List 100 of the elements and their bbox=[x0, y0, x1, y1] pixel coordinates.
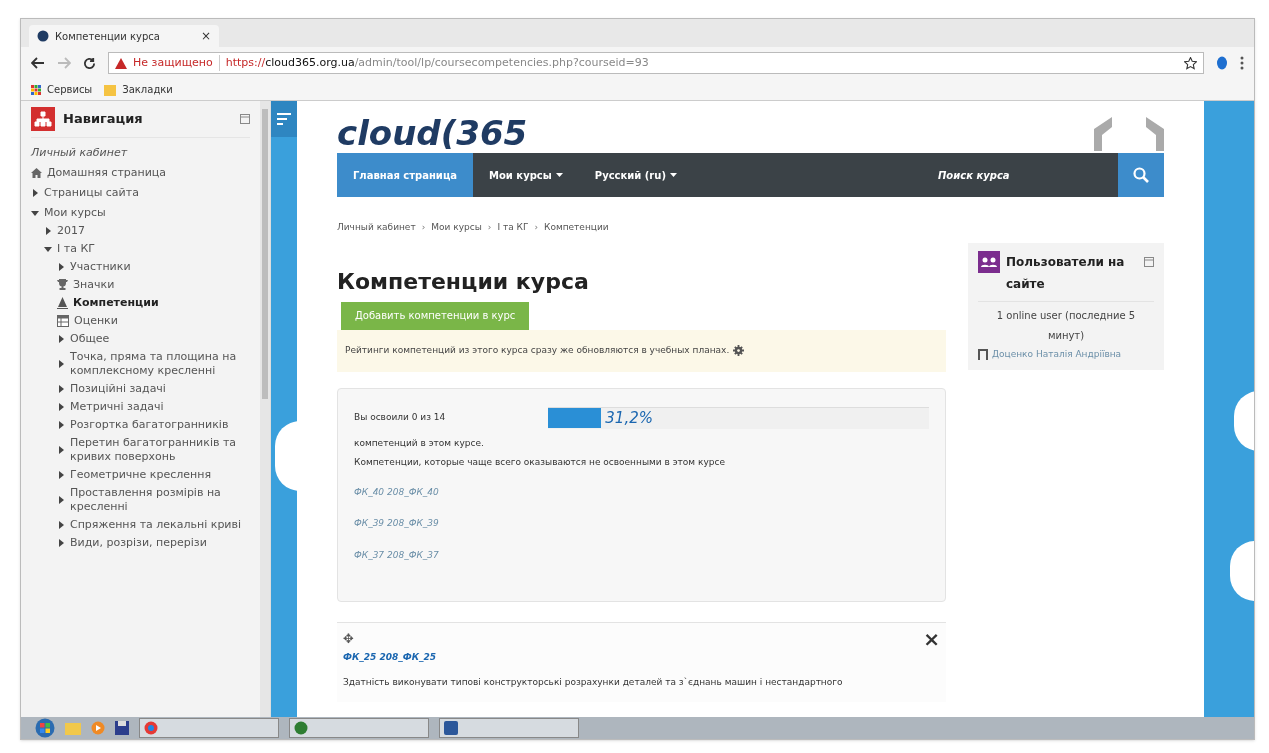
navigation-block-icon bbox=[31, 107, 55, 131]
collapsed-arrow-icon[interactable] bbox=[57, 263, 65, 271]
nav-menu-item[interactable]: Мои курсы bbox=[473, 153, 579, 197]
nav-item[interactable]: Точка, пряма та площина на комплексному кресленні bbox=[70, 350, 250, 378]
nav-menu-item[interactable]: Русский (ru) bbox=[578, 153, 693, 197]
expanded-arrow-icon[interactable] bbox=[44, 245, 52, 253]
collapse-block-icon[interactable] bbox=[240, 114, 250, 124]
reload-icon[interactable] bbox=[83, 56, 96, 70]
expanded-arrow-icon[interactable] bbox=[31, 209, 39, 217]
collapsed-arrow-icon[interactable] bbox=[57, 403, 65, 411]
competency-link[interactable]: ФК_25 208_ФК_25 bbox=[343, 650, 940, 664]
collapsed-arrow-icon[interactable] bbox=[57, 446, 65, 454]
breadcrumb-separator: › bbox=[421, 221, 426, 234]
breadcrumb-separator: › bbox=[534, 221, 538, 234]
page-title: Компетенции курса bbox=[337, 267, 590, 296]
tab-title: Компетенции курса bbox=[55, 29, 160, 44]
breadcrumb-link[interactable]: І та КГ bbox=[497, 221, 529, 235]
tab-close-button[interactable]: × bbox=[200, 27, 211, 45]
collapsed-arrow-icon[interactable] bbox=[57, 385, 65, 393]
browser-icon bbox=[144, 721, 158, 735]
breadcrumb-link[interactable]: Компетенции bbox=[544, 221, 609, 235]
nav-item[interactable]: Участники bbox=[70, 260, 131, 274]
table-icon bbox=[57, 315, 69, 327]
nav-item[interactable]: І та КГ bbox=[57, 242, 95, 256]
taskbar-window-button[interactable] bbox=[439, 718, 579, 738]
nav-item[interactable]: Личный кабинет bbox=[31, 146, 128, 160]
globe-icon bbox=[294, 721, 308, 735]
progress-text: компетенций в этом курсе. bbox=[354, 436, 485, 450]
browser-tab[interactable]: Компетенции курса × bbox=[29, 25, 219, 47]
url-text: https://cloud365.org.ua/admin/tool/lp/coursecompetencies.php?courseid=93 bbox=[225, 54, 649, 71]
menu-icon bbox=[277, 113, 291, 125]
nav-item[interactable]: Перетин багатогранників та кривих поверхонь bbox=[70, 436, 250, 464]
nav-item[interactable]: Розгортка багатогранників bbox=[70, 418, 229, 432]
nav-item[interactable]: Спряження та лекальні криві bbox=[70, 518, 242, 532]
nav-item[interactable]: Проставлення розмірів на кресленні bbox=[70, 486, 250, 514]
document-icon bbox=[444, 721, 458, 735]
taskbar-window-button[interactable] bbox=[139, 718, 279, 738]
move-handle[interactable]: ✥ bbox=[343, 628, 354, 649]
nav-item[interactable]: 2017 bbox=[57, 224, 85, 238]
breadcrumb-link[interactable]: Личный кабинет bbox=[337, 221, 416, 235]
progress-percent: 31,2% bbox=[605, 407, 653, 429]
notice-text: Рейтинги компетенций из этого курса сразу же обновляются в учебных планах. bbox=[345, 343, 730, 357]
nav-item[interactable]: Домашняя страница bbox=[47, 166, 167, 180]
trophy-icon bbox=[57, 279, 68, 291]
nav-item[interactable]: Метричні задачі bbox=[70, 400, 164, 414]
collapsed-arrow-icon[interactable] bbox=[57, 539, 65, 547]
nav-item[interactable]: Значки bbox=[73, 278, 115, 292]
extension-icon[interactable] bbox=[1216, 56, 1228, 70]
nav-item[interactable]: Страницы сайта bbox=[44, 186, 139, 200]
collapsed-arrow-icon[interactable] bbox=[57, 496, 65, 504]
progress-text: Вы освоили 0 из 14 bbox=[354, 410, 447, 424]
warning-icon bbox=[115, 57, 127, 69]
taskbar-window-button[interactable] bbox=[289, 718, 429, 738]
security-label: Не защищено bbox=[133, 54, 220, 72]
collapsed-arrow-icon[interactable] bbox=[31, 189, 39, 197]
collapsed-arrow-icon[interactable] bbox=[57, 471, 65, 479]
floppy-icon[interactable] bbox=[115, 721, 129, 735]
drawer-toggle-button[interactable] bbox=[271, 101, 297, 137]
site-logo[interactable]: cloud(365 bbox=[337, 115, 528, 151]
user-icon bbox=[978, 349, 988, 360]
scrollbar[interactable] bbox=[260, 101, 270, 717]
collapsed-arrow-icon[interactable] bbox=[57, 360, 65, 368]
hint-text: Компетенции, которые чаще всего оказываются не освоенными в этом курсе bbox=[354, 456, 726, 469]
nav-item[interactable]: Мои курсы bbox=[44, 206, 106, 220]
gear-icon[interactable] bbox=[733, 345, 745, 356]
users-block-icon bbox=[978, 251, 1000, 273]
caret-icon bbox=[555, 173, 563, 177]
block-title: Пользователи на сайте bbox=[1006, 254, 1126, 293]
folder-icon bbox=[104, 83, 117, 96]
menu-icon[interactable] bbox=[1240, 56, 1244, 70]
nav-item[interactable]: Геометричне креслення bbox=[70, 468, 211, 482]
block-title: Навигация bbox=[63, 110, 143, 129]
star-icon[interactable] bbox=[1184, 56, 1197, 70]
start-button-icon[interactable] bbox=[35, 718, 55, 738]
nav-item[interactable]: Общее bbox=[70, 332, 110, 346]
home-icon bbox=[31, 168, 42, 178]
collapsed-arrow-icon[interactable] bbox=[57, 335, 65, 343]
collapsed-arrow-icon[interactable] bbox=[57, 421, 65, 429]
collapse-block-icon[interactable] bbox=[1144, 257, 1154, 267]
nav-item[interactable]: Компетенции bbox=[73, 296, 159, 310]
search-button[interactable] bbox=[1118, 153, 1164, 197]
breadcrumb-separator: › bbox=[487, 221, 492, 234]
nav-item[interactable]: Оценки bbox=[74, 314, 118, 328]
nav-menu-item[interactable]: Главная страница bbox=[337, 153, 474, 197]
collapsed-arrow-icon[interactable] bbox=[44, 227, 52, 235]
caret-icon bbox=[670, 173, 677, 177]
address-field[interactable]: Не защищено https://cloud365.org.ua/admin/tool/lp/coursecompetencies.php?courseid=93 bbox=[108, 52, 1204, 74]
bookmark-link[interactable]: Сервисы bbox=[47, 82, 93, 97]
back-icon[interactable] bbox=[31, 57, 45, 69]
collapsed-arrow-icon[interactable] bbox=[57, 521, 65, 529]
bookmark-link[interactable]: Закладки bbox=[122, 82, 173, 97]
online-summary: 1 online user (последние 5 минут) bbox=[995, 309, 1137, 343]
close-button[interactable]: × bbox=[923, 628, 940, 649]
nav-item[interactable]: Позиційні задачі bbox=[70, 382, 166, 396]
course-search-field[interactable]: Поиск курса bbox=[938, 153, 1118, 197]
pyramid-icon bbox=[57, 297, 68, 309]
site-icon bbox=[37, 30, 49, 42]
breadcrumb-link[interactable]: Мои курсы bbox=[431, 221, 482, 235]
logo-decoration-icon bbox=[1094, 117, 1164, 151]
nav-item[interactable]: Види, розрізи, перерізи bbox=[70, 536, 207, 550]
